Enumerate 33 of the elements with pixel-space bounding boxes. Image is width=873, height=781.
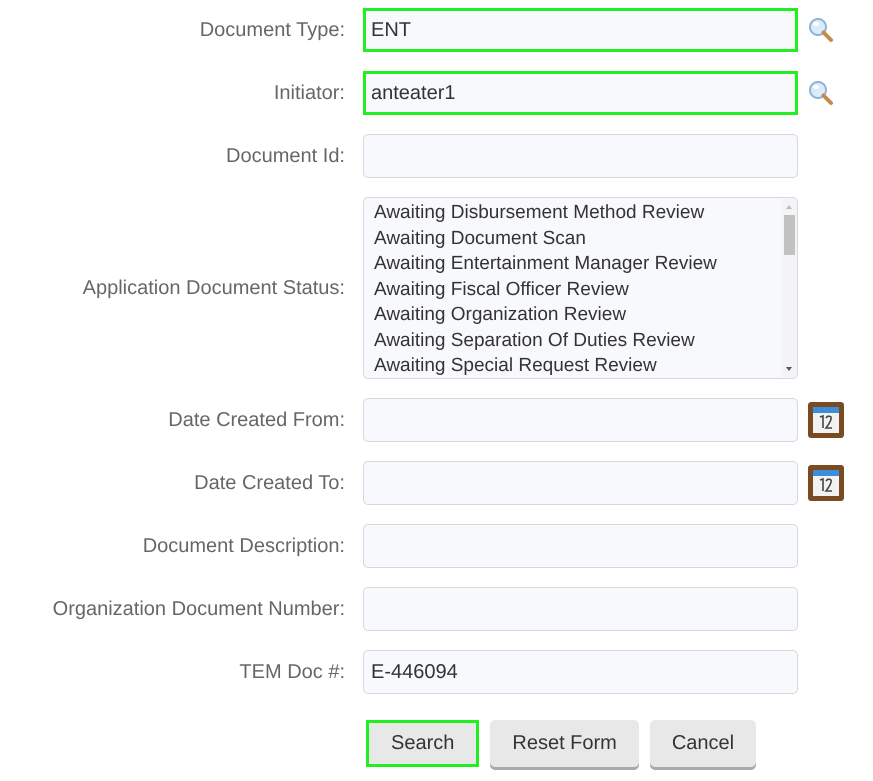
field-label: Application Document Status: (82, 276, 345, 300)
status-option[interactable]: Awaiting Fiscal Officer Review (374, 276, 781, 302)
field-label: TEM Doc #: (238, 660, 345, 684)
input-field[interactable]: ENT (363, 8, 798, 52)
status-option[interactable]: Awaiting Disbursement Method Review (374, 200, 781, 226)
input-field[interactable] (363, 461, 798, 505)
input-field[interactable] (363, 587, 798, 631)
search-icon[interactable] (808, 17, 834, 43)
field-label: Date Created To: (193, 472, 345, 494)
input-field[interactable] (363, 398, 798, 442)
field-label: Initiator: (272, 82, 345, 104)
status-option[interactable]: Awaiting Entertainment Manager Review (374, 251, 781, 276)
field-label: Date Created From: (167, 408, 345, 432)
search-icon[interactable] (808, 80, 834, 106)
status-option[interactable]: Awaiting Organization Review (374, 302, 781, 328)
field-label: Document Type: (198, 18, 345, 42)
input-field[interactable]: anteater1 (363, 71, 798, 115)
form-button[interactable]: Cancel (650, 720, 756, 767)
calendar-icon[interactable] (808, 465, 844, 501)
input-field[interactable]: E-446094 (363, 650, 798, 694)
status-option[interactable]: Awaiting Separation Of Duties Review (374, 328, 781, 353)
field-label: Organization Document Number: (52, 598, 345, 620)
field-label: Document Id: (225, 144, 345, 168)
field-label: Document Description: (142, 534, 345, 558)
form-button[interactable]: Search (366, 720, 480, 767)
input-field[interactable] (363, 524, 798, 568)
input-field[interactable] (363, 134, 798, 178)
status-option[interactable]: Awaiting Document Scan (374, 226, 781, 251)
scrollbar[interactable] (781, 199, 797, 377)
status-listbox[interactable] (363, 197, 798, 379)
status-option[interactable]: Awaiting Special Request Review (374, 353, 781, 378)
form-button[interactable]: Reset Form (490, 720, 639, 767)
calendar-icon[interactable] (808, 402, 844, 438)
